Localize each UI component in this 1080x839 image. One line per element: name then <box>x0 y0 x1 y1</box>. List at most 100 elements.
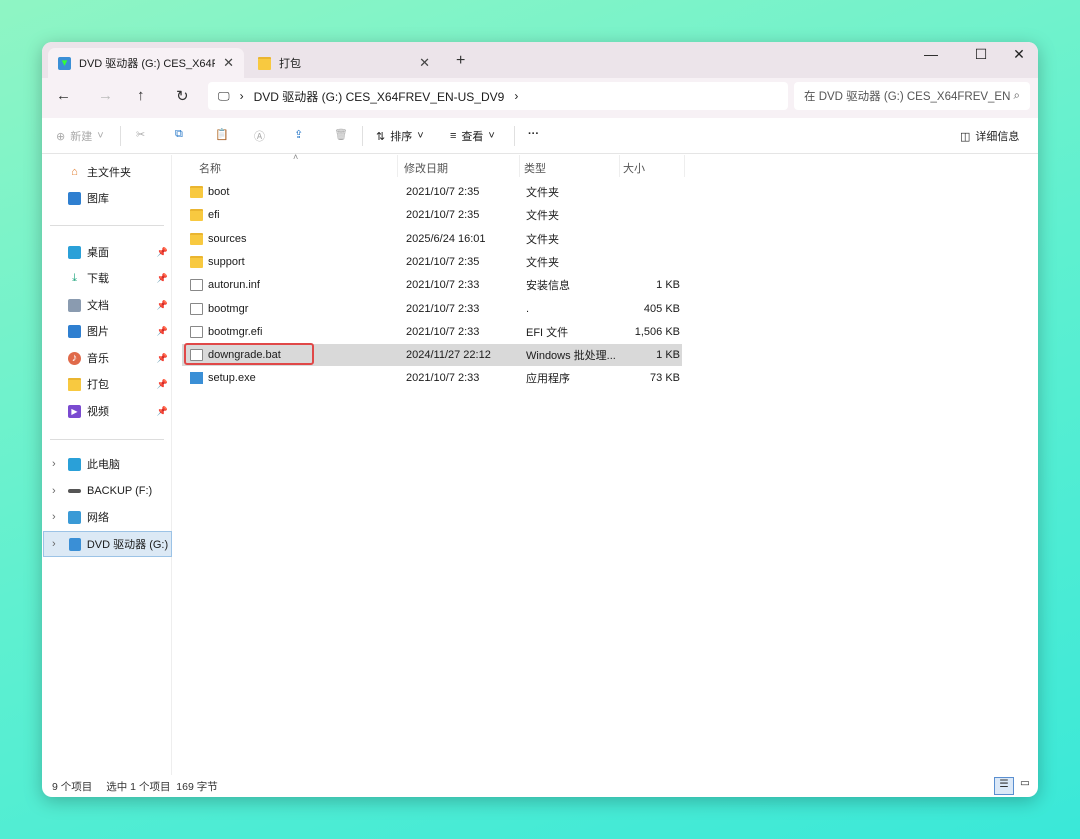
file-row[interactable]: autorun.inf 2021/10/7 2:33 安装信息 1 KB <box>182 274 682 296</box>
file-name: sources <box>208 232 247 245</box>
more-button[interactable]: ··· <box>528 128 539 140</box>
sidebar-item-videos[interactable]: ▶ 视频 📌 <box>68 400 172 422</box>
pin-icon[interactable]: 📌 <box>157 273 168 284</box>
chevron-right-icon[interactable]: › <box>52 458 56 470</box>
maximize-button[interactable]: ☐ <box>966 46 996 63</box>
sidebar-item-music[interactable]: ♪ 音乐 📌 <box>68 347 172 369</box>
file-type: 文件夹 <box>526 187 559 199</box>
file-name: bootmgr <box>208 302 249 315</box>
divider[interactable] <box>619 155 620 177</box>
file-row[interactable]: bootmgr.efi 2021/10/7 2:33 EFI 文件 1,506 KB <box>182 321 682 343</box>
close-button[interactable]: ✕ <box>1004 46 1034 63</box>
chevron-right-icon[interactable]: › <box>52 485 56 497</box>
file-date: 2024/11/27 22:12 <box>406 349 491 362</box>
network-icon <box>68 510 81 524</box>
forward-button[interactable]: → <box>98 87 113 104</box>
column-size[interactable]: 大小 <box>623 160 645 176</box>
copy-icon[interactable]: ⧉ <box>175 128 183 141</box>
folder-icon <box>190 209 203 222</box>
pin-icon[interactable]: 📌 <box>157 379 168 390</box>
sidebar-item-backup-drive[interactable]: › BACKUP (F:) <box>52 480 172 502</box>
pc-icon <box>68 457 81 471</box>
divider[interactable] <box>519 155 520 177</box>
tab-dabao[interactable]: 打包 ✕ <box>248 48 440 78</box>
sidebar-item-downloads[interactable]: ⤓ 下载 📌 <box>68 267 172 289</box>
folder-icon <box>190 255 203 268</box>
file-row[interactable]: boot 2021/10/7 2:35 文件夹 <box>182 181 682 203</box>
rename-icon[interactable]: Ⓐ <box>254 128 265 144</box>
chevron-right-icon[interactable]: › <box>52 511 56 523</box>
divider[interactable] <box>397 155 398 177</box>
chevron-right-icon[interactable]: › <box>514 89 518 103</box>
delete-icon[interactable]: 🗑 <box>334 128 348 141</box>
details-button[interactable]: ◫ 详细信息 <box>960 128 1019 144</box>
file-row[interactable]: sources 2025/6/24 16:01 文件夹 <box>182 228 682 250</box>
view-button[interactable]: ≡ 查看 ˅ <box>450 128 495 144</box>
file-date: 2025/6/24 16:01 <box>406 232 486 245</box>
sidebar-label: 图片 <box>87 326 109 338</box>
sort-icon: ⇅ <box>376 130 386 143</box>
divider[interactable] <box>684 155 685 177</box>
file-row[interactable]: support 2021/10/7 2:35 文件夹 <box>182 251 682 273</box>
sidebar-item-this-pc[interactable]: › 此电脑 <box>52 453 172 475</box>
file-size: 405 KB <box>643 302 680 315</box>
details-pane-icon: ◫ <box>960 130 971 143</box>
new-button[interactable]: ⊕ 新建 ˅ <box>56 128 104 144</box>
sidebar-item-gallery[interactable]: 图库 <box>68 187 172 209</box>
sidebar-label: DVD 驱动器 (G:) C <box>86 539 171 551</box>
divider <box>120 126 121 146</box>
chevron-right-icon[interactable]: › <box>52 538 56 550</box>
sort-ascending-icon: ˄ <box>293 152 299 162</box>
search-icon: ⌕ <box>1013 89 1020 102</box>
share-icon[interactable]: ⇪ <box>294 128 303 141</box>
address-bar[interactable]: 🖵 › DVD 驱动器 (G:) CES_X64FREV_EN-US_DV9 › <box>208 82 788 110</box>
sidebar-item-network[interactable]: › 网络 <box>52 506 172 528</box>
paste-icon[interactable]: 📋 <box>215 128 229 141</box>
file-name: setup.exe <box>208 372 256 385</box>
sidebar-item-home[interactable]: ⌂ 主文件夹 <box>68 161 172 183</box>
file-date: 2021/10/7 2:35 <box>406 209 480 222</box>
column-type[interactable]: 类型 <box>524 160 546 176</box>
divider <box>362 126 363 146</box>
new-tab-button[interactable]: + <box>456 52 465 70</box>
sidebar-label: 图库 <box>87 193 109 205</box>
file-row[interactable]: bootmgr 2021/10/7 2:33. 405 KB <box>182 298 682 320</box>
tiles-view-icon[interactable]: ▭ <box>1016 777 1034 789</box>
up-button[interactable]: ↑ <box>137 87 145 104</box>
minimize-button[interactable]: — <box>916 46 946 62</box>
close-tab-icon[interactable]: ✕ <box>419 55 430 71</box>
details-view-icon[interactable]: ☰ <box>994 777 1014 795</box>
pin-icon[interactable]: 📌 <box>157 406 168 417</box>
back-button[interactable]: ← <box>56 87 71 104</box>
search-input[interactable]: 在 DVD 驱动器 (G:) CES_X64FREV_EN ⌕ <box>794 82 1030 110</box>
pin-icon[interactable]: 📌 <box>157 353 168 364</box>
file-name: autorun.inf <box>208 279 260 292</box>
file-size: 1 KB <box>656 349 680 362</box>
sidebar-item-dabao[interactable]: 打包 📌 <box>68 373 172 395</box>
refresh-button[interactable]: ↻ <box>176 87 189 105</box>
close-tab-icon[interactable]: ✕ <box>223 55 234 71</box>
file-size: 73 KB <box>650 372 680 385</box>
sidebar-item-desktop[interactable]: 桌面 📌 <box>68 241 172 263</box>
cut-icon[interactable]: ✂ <box>136 128 145 141</box>
sidebar-item-documents[interactable]: 文档 📌 <box>68 294 172 316</box>
file-row[interactable]: setup.exe 2021/10/7 2:33 应用程序 73 KB <box>182 367 682 389</box>
file-row[interactable]: efi 2021/10/7 2:35 文件夹 <box>182 204 682 226</box>
drive-icon <box>68 489 81 493</box>
column-name[interactable]: 名称 <box>199 160 221 176</box>
desktop-icon <box>68 245 81 259</box>
sidebar-item-pictures[interactable]: 图片 📌 <box>68 320 172 342</box>
sort-button[interactable]: ⇅ 排序 ˅ <box>376 128 424 144</box>
breadcrumb[interactable]: DVD 驱动器 (G:) CES_X64FREV_EN-US_DV9 <box>254 88 505 105</box>
pin-icon[interactable]: 📌 <box>157 247 168 258</box>
dvd-icon <box>69 537 81 551</box>
pin-icon[interactable]: 📌 <box>157 300 168 311</box>
pin-icon[interactable]: 📌 <box>157 326 168 337</box>
column-date[interactable]: 修改日期 <box>404 160 448 176</box>
sidebar-label: 视频 <box>87 406 109 418</box>
sidebar-label: 音乐 <box>87 353 109 365</box>
sidebar-item-dvd-drive[interactable]: › DVD 驱动器 (G:) C <box>43 531 172 557</box>
tab-dvd-drive[interactable]: ▾ DVD 驱动器 (G:) CES_X64FREV ✕ <box>48 48 244 78</box>
folder-icon <box>68 377 81 391</box>
status-bar: 9 个项目 选中 1 个项目 169 字节 ☰ ▭ <box>42 775 1038 797</box>
